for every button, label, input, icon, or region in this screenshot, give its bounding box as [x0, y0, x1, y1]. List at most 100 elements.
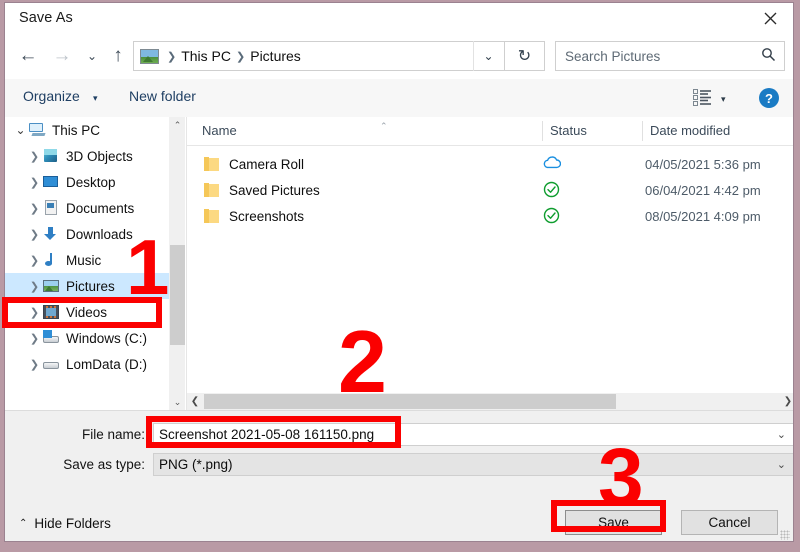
- hide-folders-label: Hide Folders: [34, 516, 111, 531]
- chevron-right-icon[interactable]: ❯: [27, 358, 42, 371]
- sidebar-item-label: 3D Objects: [66, 148, 133, 164]
- sidebar-item-label: This PC: [52, 122, 101, 138]
- chevron-down-icon[interactable]: ⌄: [777, 428, 786, 441]
- tree-scroll-up-icon[interactable]: ⌃: [170, 117, 185, 133]
- pictures-icon: [42, 278, 60, 294]
- drive-icon: [42, 330, 60, 346]
- up-one-level-icon[interactable]: ↑: [103, 41, 133, 71]
- breadcrumb-separator: ❯: [236, 50, 246, 63]
- view-options-icon[interactable]: [693, 89, 712, 106]
- scroll-left-icon[interactable]: ❮: [187, 393, 203, 410]
- view-options-caret-icon[interactable]: ▾: [721, 94, 726, 105]
- chevron-down-icon[interactable]: ⌄: [777, 458, 786, 471]
- sidebar-item-desktop[interactable]: ❯ Desktop: [5, 169, 185, 195]
- chevron-right-icon[interactable]: ❯: [27, 306, 42, 319]
- pictures-folder-icon: [140, 48, 159, 64]
- column-divider[interactable]: [642, 121, 643, 141]
- refresh-icon[interactable]: ↻: [505, 41, 545, 71]
- chevron-right-icon[interactable]: ❯: [27, 176, 42, 189]
- breadcrumb-this-pc[interactable]: This PC: [181, 48, 231, 64]
- sidebar-item-pictures[interactable]: ❯ Pictures: [5, 273, 185, 299]
- documents-icon: [42, 200, 60, 216]
- sidebar-item-label: Windows (C:): [66, 330, 148, 346]
- chevron-right-icon[interactable]: ❯: [27, 332, 42, 345]
- forward-icon[interactable]: →: [47, 41, 77, 71]
- sidebar-item-label: Videos: [66, 304, 108, 320]
- this-pc-icon: [28, 122, 46, 138]
- music-icon: [42, 252, 60, 268]
- sidebar-item-label: LomData (D:): [66, 356, 148, 372]
- sidebar-item-lomdata-d[interactable]: ❯ LomData (D:): [5, 351, 185, 377]
- close-icon[interactable]: [747, 3, 793, 34]
- chevron-down-icon[interactable]: ⌄: [13, 123, 28, 137]
- list-horizontal-scrollbar[interactable]: ❮ ❯: [187, 393, 793, 410]
- videos-icon: [42, 304, 60, 320]
- drive-icon: [42, 356, 60, 372]
- search-icon[interactable]: [761, 47, 776, 67]
- navigation-bar: ← → ⌄ ↑ ❯ This PC ❯ Pictures ⌄ ↻ Search …: [5, 35, 793, 79]
- sidebar-item-windows-c[interactable]: ❯ Windows (C:): [5, 325, 185, 351]
- 3d-objects-icon: [42, 148, 60, 164]
- file-name-input[interactable]: Screenshot 2021-05-08 161150.png ⌄: [153, 423, 793, 446]
- breadcrumb-separator: ❯: [167, 50, 177, 63]
- sort-ascending-icon: ⌃: [380, 121, 388, 131]
- file-list-pane: Name ⌃ Status Date modified Camera Roll 0…: [186, 117, 793, 410]
- cancel-button[interactable]: Cancel: [681, 510, 778, 535]
- navigation-tree-pane: ⌄ This PC ❯ 3D Objects ❯ Desktop ❯ Documents ❯ Do…: [5, 117, 185, 410]
- screenshot-root: Save As ← → ⌄ ↑ ❯ This PC ❯ Pictures ⌄ ↻…: [0, 0, 800, 552]
- date-modified-cell: 08/05/2021 4:09 pm: [645, 208, 761, 224]
- table-row[interactable]: Saved Pictures 06/04/2021 4:42 pm: [187, 177, 793, 203]
- column-divider[interactable]: [542, 121, 543, 141]
- chevron-right-icon[interactable]: ❯: [27, 202, 42, 215]
- h-scrollbar-thumb[interactable]: [204, 394, 616, 409]
- chevron-right-icon[interactable]: ❯: [27, 280, 42, 293]
- search-input[interactable]: Search Pictures: [555, 41, 785, 71]
- file-name-cell: Camera Roll: [229, 156, 305, 172]
- cloud-icon: [543, 155, 563, 175]
- address-dropdown-icon[interactable]: ⌄: [473, 41, 503, 71]
- column-header-date[interactable]: Date modified: [650, 123, 730, 138]
- sidebar-item-label: Documents: [66, 200, 135, 216]
- folder-icon: [204, 157, 220, 171]
- tree-scroll-down-icon[interactable]: ⌄: [170, 394, 185, 410]
- breadcrumb-pictures[interactable]: Pictures: [250, 48, 301, 64]
- sidebar-item-label: Music: [66, 252, 102, 268]
- new-folder-button[interactable]: New folder: [129, 88, 196, 104]
- save-as-type-label: Save as type:: [63, 457, 145, 472]
- folder-icon: [204, 183, 220, 197]
- column-header-status[interactable]: Status: [550, 123, 587, 138]
- address-bar[interactable]: ❯ This PC ❯ Pictures: [133, 41, 505, 71]
- file-name-value: Screenshot 2021-05-08 161150.png: [159, 427, 375, 442]
- help-icon[interactable]: ?: [759, 88, 779, 108]
- save-as-type-select[interactable]: PNG (*.png) ⌄: [153, 453, 793, 476]
- tree-vertical-scrollbar[interactable]: ⌃ ⌄: [169, 117, 185, 410]
- chevron-down-icon[interactable]: ▾: [93, 93, 98, 104]
- title-bar: Save As: [5, 3, 793, 35]
- save-as-dialog: Save As ← → ⌄ ↑ ❯ This PC ❯ Pictures ⌄ ↻…: [4, 2, 794, 542]
- hide-folders-toggle[interactable]: ⌃ Hide Folders: [19, 516, 111, 531]
- save-button[interactable]: Save: [565, 510, 662, 535]
- chevron-up-icon: ⌃: [19, 518, 28, 529]
- back-icon[interactable]: ←: [13, 41, 43, 71]
- resize-grip[interactable]: [780, 530, 790, 540]
- sidebar-item-music[interactable]: ❯ Music: [5, 247, 185, 273]
- tree-scrollbar-thumb[interactable]: [170, 245, 185, 345]
- column-header-name[interactable]: Name ⌃: [202, 121, 388, 138]
- sidebar-item-label: Pictures: [66, 278, 115, 294]
- date-modified-cell: 04/05/2021 5:36 pm: [645, 156, 761, 172]
- sidebar-item-this-pc[interactable]: ⌄ This PC: [5, 117, 185, 143]
- chevron-right-icon[interactable]: ❯: [27, 254, 42, 267]
- sidebar-item-documents[interactable]: ❯ Documents: [5, 195, 185, 221]
- sidebar-item-videos[interactable]: ❯ Videos: [5, 299, 185, 325]
- table-row[interactable]: Screenshots 08/05/2021 4:09 pm: [187, 203, 793, 229]
- chevron-right-icon[interactable]: ❯: [27, 150, 42, 163]
- sidebar-item-3d-objects[interactable]: ❯ 3D Objects: [5, 143, 185, 169]
- organize-button[interactable]: Organize: [23, 88, 80, 104]
- check-circle-icon: [543, 207, 563, 227]
- save-form-area: File name: Screenshot 2021-05-08 161150.…: [5, 410, 793, 541]
- sidebar-item-downloads[interactable]: ❯ Downloads: [5, 221, 185, 247]
- scroll-right-icon[interactable]: ❯: [780, 393, 793, 410]
- table-row[interactable]: Camera Roll 04/05/2021 5:36 pm: [187, 151, 793, 177]
- chevron-right-icon[interactable]: ❯: [27, 228, 42, 241]
- date-modified-cell: 06/04/2021 4:42 pm: [645, 182, 761, 198]
